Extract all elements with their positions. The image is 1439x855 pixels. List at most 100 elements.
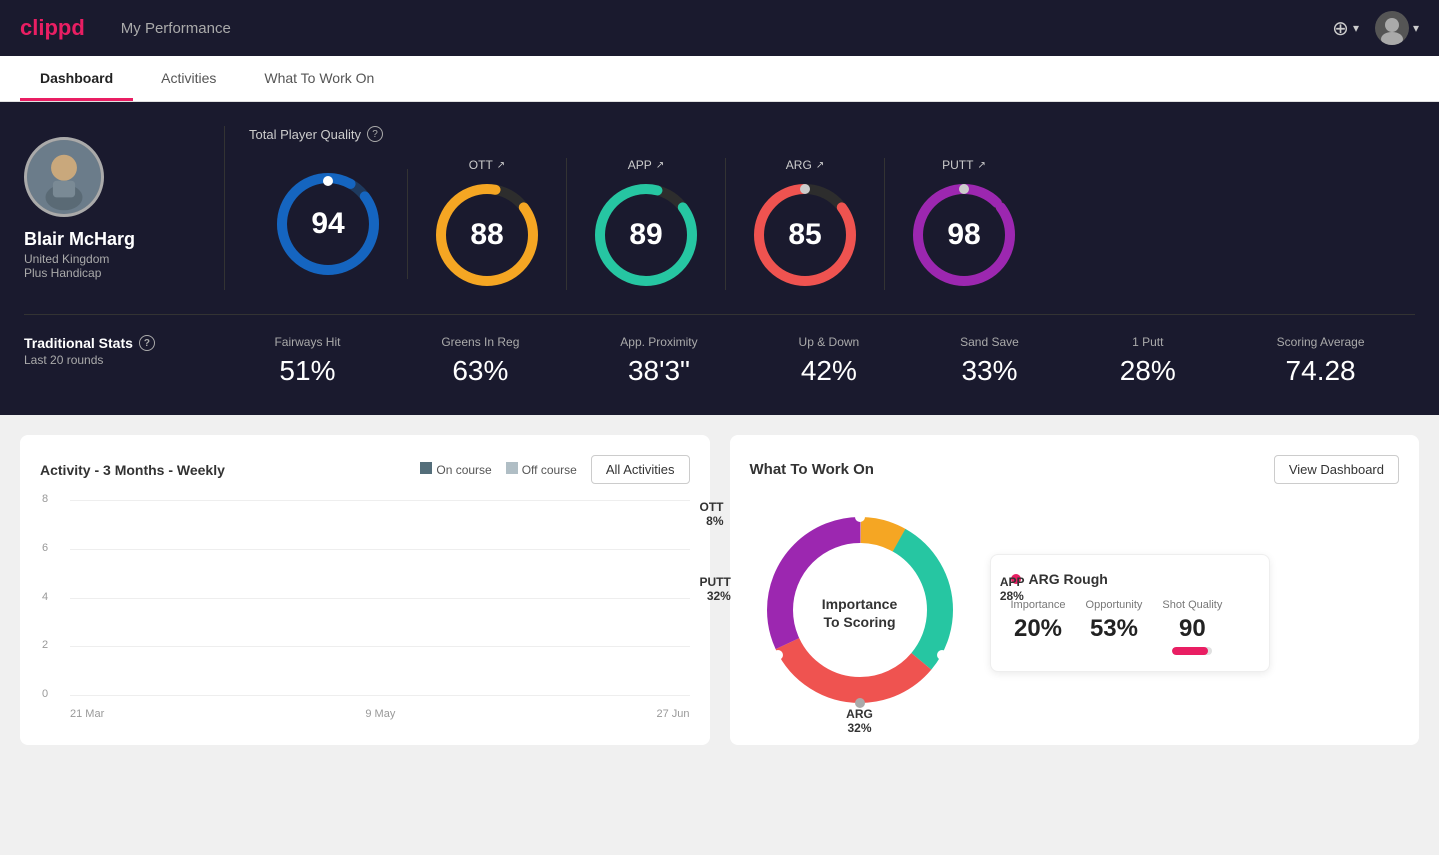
stats-label-title: Traditional Stats ? — [24, 335, 224, 351]
bar-group-13 — [651, 500, 690, 696]
stats-label-sub: Last 20 rounds — [24, 353, 224, 367]
tab-dashboard[interactable]: Dashboard — [20, 56, 133, 101]
arg-circle: ARG ↗ 85 — [726, 158, 885, 290]
header-title: My Performance — [121, 20, 231, 37]
stat-fairways-label: Fairways Hit — [274, 335, 340, 349]
app-value: 89 — [629, 218, 662, 252]
bar-group-12 — [606, 500, 645, 696]
ott-value: 88 — [470, 218, 503, 252]
grid-label-6: 6 — [42, 542, 48, 554]
putt-ring: 98 — [909, 180, 1019, 290]
stat-sandsave: Sand Save 33% — [960, 335, 1019, 387]
stat-fairways-value: 51% — [274, 355, 340, 387]
player-name: Blair McHarg — [24, 229, 135, 250]
x-labels: 21 Mar 9 May 27 Jun — [70, 708, 690, 720]
stat-proximity-label: App. Proximity — [620, 335, 697, 349]
grid-label-0: 0 — [42, 688, 48, 700]
app-arrow: ↗ — [656, 160, 664, 171]
header-right: ⊕ ▾ ▾ — [1332, 11, 1419, 45]
putt-value: 98 — [947, 218, 980, 252]
logo: clippd — [20, 15, 85, 41]
bar-group-10 — [517, 500, 556, 696]
app-circle: APP ↗ 89 — [567, 158, 726, 290]
stat-updown-label: Up & Down — [799, 335, 860, 349]
info-shot-quality: Shot Quality 90 — [1162, 599, 1222, 655]
main-score-circle: 94 — [249, 169, 408, 279]
on-course-legend-label: On course — [436, 463, 491, 477]
quality-title: Total Player Quality ? — [249, 126, 1415, 142]
ott-arrow: ↗ — [497, 160, 505, 171]
stat-1putt: 1 Putt 28% — [1120, 335, 1176, 387]
add-icon[interactable]: ⊕ ▾ — [1332, 16, 1359, 41]
player-avatar — [24, 137, 104, 217]
grid-label-4: 4 — [42, 591, 48, 603]
app-label: APP ↗ — [628, 158, 664, 172]
dark-section: Blair McHarg United Kingdom Plus Handica… — [0, 102, 1439, 415]
stat-scoring: Scoring Average 74.28 — [1277, 335, 1365, 387]
tab-what-to-work-on[interactable]: What To Work On — [244, 56, 394, 101]
bar-group-1 — [115, 500, 154, 696]
info-card-stats: Importance 20% Opportunity 53% Shot Qual… — [1011, 599, 1249, 655]
putt-label: PUTT ↗ — [942, 158, 986, 172]
info-importance-value: 20% — [1011, 615, 1066, 643]
stats-items: Fairways Hit 51% Greens In Reg 63% App. … — [224, 335, 1415, 387]
wtwo-title: What To Work On — [750, 461, 874, 478]
player-stats-row: Blair McHarg United Kingdom Plus Handica… — [24, 126, 1415, 290]
x-label-jun: 27 Jun — [656, 708, 689, 720]
chart-header: Activity - 3 Months - Weekly On course O… — [40, 455, 690, 484]
tab-activities[interactable]: Activities — [141, 56, 236, 101]
bar-group-3 — [204, 500, 243, 696]
info-opportunity-value: 53% — [1086, 615, 1143, 643]
x-label-mar: 21 Mar — [70, 708, 104, 720]
header: clippd My Performance ⊕ ▾ ▾ — [0, 0, 1439, 56]
stat-proximity: App. Proximity 38'3" — [620, 335, 697, 387]
donut-center-text: Importance To Scoring — [822, 594, 897, 630]
bar-group-4 — [249, 500, 288, 696]
grid-label-8: 8 — [42, 493, 48, 505]
stat-1putt-label: 1 Putt — [1120, 335, 1176, 349]
info-opportunity: Opportunity 53% — [1086, 599, 1143, 655]
bars-container — [70, 500, 690, 696]
stats-row: Traditional Stats ? Last 20 rounds Fairw… — [24, 314, 1415, 387]
ott-circle: OTT ↗ 88 — [408, 158, 567, 290]
info-card-title: ARG Rough — [1011, 571, 1249, 587]
info-shot-quality-label: Shot Quality — [1162, 599, 1222, 611]
what-to-work-on-card: What To Work On View Dashboard — [730, 435, 1420, 745]
stats-label: Traditional Stats ? Last 20 rounds — [24, 335, 224, 367]
player-country: United Kingdom — [24, 252, 109, 266]
arg-label: ARG ↗ — [786, 158, 824, 172]
off-course-legend-label: Off course — [522, 463, 577, 477]
info-shot-quality-bar — [1172, 647, 1212, 655]
quality-help-icon[interactable]: ? — [367, 126, 383, 142]
stat-greens-label: Greens In Reg — [441, 335, 519, 349]
arg-ring: 85 — [750, 180, 860, 290]
arg-value: 85 — [788, 218, 821, 252]
chart-title: Activity - 3 Months - Weekly — [40, 462, 225, 478]
stats-help-icon[interactable]: ? — [139, 335, 155, 351]
putt-donut-label: PUTT 32% — [700, 575, 731, 603]
app-ring: 89 — [591, 180, 701, 290]
info-opportunity-label: Opportunity — [1086, 599, 1143, 611]
stat-sandsave-label: Sand Save — [960, 335, 1019, 349]
stat-scoring-label: Scoring Average — [1277, 335, 1365, 349]
info-card: ARG Rough Importance 20% Opportunity 53%… — [990, 554, 1270, 672]
bar-group-8 — [427, 500, 466, 696]
tabs: Dashboard Activities What To Work On — [0, 56, 1439, 102]
avatar-menu[interactable]: ▾ — [1375, 11, 1419, 45]
bar-group-0 — [70, 500, 109, 696]
bar-group-9 — [472, 500, 511, 696]
wtwo-header: What To Work On View Dashboard — [750, 455, 1400, 484]
putt-arrow: ↗ — [977, 160, 985, 171]
grid-label-2: 2 — [42, 639, 48, 651]
main-ring: 94 — [273, 169, 383, 279]
view-dashboard-button[interactable]: View Dashboard — [1274, 455, 1399, 484]
x-label-may: 9 May — [365, 708, 395, 720]
on-course-legend-dot — [420, 462, 432, 474]
quality-circles: 94 OTT ↗ 88 — [249, 158, 1415, 290]
stat-updown-value: 42% — [799, 355, 860, 387]
all-activities-button[interactable]: All Activities — [591, 455, 690, 484]
info-shot-quality-bar-fill — [1172, 647, 1208, 655]
bottom-section: Activity - 3 Months - Weekly On course O… — [0, 415, 1439, 765]
app-donut-label: APP 28% — [1000, 575, 1025, 603]
ott-ring: 88 — [432, 180, 542, 290]
